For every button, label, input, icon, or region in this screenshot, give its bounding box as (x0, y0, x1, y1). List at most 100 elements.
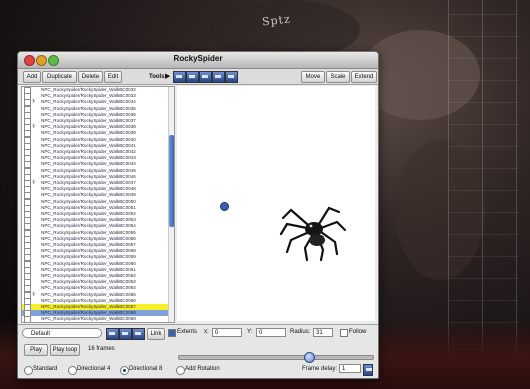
list-item[interactable]: NPC_RockySpider/RockySpider_WalkBC0032 (22, 87, 168, 94)
play-button[interactable]: Play (24, 344, 48, 356)
list-item[interactable]: NPC_RockySpider/RockySpider_WalkBC0057 (22, 242, 168, 249)
list-item-label: NPC_RockySpider/RockySpider_WalkBC0035 (41, 105, 136, 111)
list-item[interactable]: NPC_RockySpider/RockySpider_WalkBC0068 (22, 310, 168, 318)
list-item[interactable]: NPC_RockySpider/RockySpider_WalkBC0046 (22, 173, 168, 181)
sprite-preview-canvas[interactable] (177, 86, 375, 321)
list-item-label: NPC_RockySpider/RockySpider_WalkBC0047 (41, 180, 136, 185)
tool-crop-icon[interactable] (186, 71, 199, 83)
list-item[interactable]: NPC_RockySpider/RockySpider_WalkBC0061 (22, 266, 168, 274)
radius-field[interactable]: 31 (313, 328, 333, 337)
list-item[interactable]: NPC_RockySpider/RockySpider_WalkBC0033 (22, 93, 168, 101)
add-button[interactable]: Add (23, 71, 41, 83)
list-scrollbar-thumb[interactable] (169, 135, 174, 227)
list-item-label: NPC_RockySpider/RockySpider_WalkBC0058 (41, 248, 136, 254)
list-item[interactable]: NPC_RockySpider/RockySpider_WalkBC0041 (22, 142, 168, 150)
list-item[interactable]: NPC_RockySpider/RockySpider_WalkBC0043 (22, 155, 168, 163)
list-item[interactable]: NPC_RockySpider/RockySpider_WalkBC0048 (22, 186, 168, 194)
frame-slider-knob[interactable] (303, 352, 315, 363)
list-item-label: NPC_RockySpider/RockySpider_WalkBC0068 (41, 310, 136, 316)
list-item-label: NPC_RockySpider/RockySpider_WalkBC0055 (41, 229, 136, 235)
list-item[interactable]: NPC_RockySpider/RockySpider_WalkBC0064 (22, 285, 168, 293)
window-titlebar[interactable]: RockySpider (18, 52, 378, 69)
list-item[interactable]: NPC_RockySpider/RockySpider_WalkBC0037 (22, 118, 168, 125)
list-item[interactable]: NPC_RockySpider/RockySpider_WalkBC0059 (22, 254, 168, 262)
list-item-label: NPC_RockySpider/RockySpider_WalkBC0034 (41, 99, 136, 105)
extents-label: Extents (177, 329, 198, 335)
list-item[interactable]: NPC_RockySpider/RockySpider_WalkBC0035 (22, 105, 168, 113)
list-item[interactable]: NPC_RockySpider/RockySpider_WalkBC0058 (22, 248, 168, 256)
scale-button[interactable]: Scale (326, 71, 350, 83)
list-item[interactable]: NPC_RockySpider/RockySpider_WalkBC0062 (22, 273, 168, 280)
list-item[interactable]: ⚕ NPC_RockySpider/RockySpider_WalkBC0065 (22, 291, 168, 299)
frame-list[interactable]: NPC_RockySpider/RockySpider_WalkBC0032 NP… (21, 86, 175, 323)
edit-button[interactable]: Edit (104, 71, 122, 83)
list-item[interactable]: NPC_RockySpider/RockySpider_WalkBC0055 (22, 229, 168, 237)
move-button[interactable]: Move (301, 71, 325, 83)
preset-select[interactable]: Default (22, 328, 102, 338)
list-item[interactable]: NPC_RockySpider/RockySpider_WalkBC0039 (22, 130, 168, 138)
mode-standard-radio[interactable] (24, 366, 33, 375)
anchor-point-marker[interactable] (220, 202, 229, 211)
list-item[interactable]: NPC_RockySpider/RockySpider_WalkBC0049 (22, 192, 168, 200)
list-item-label: NPC_RockySpider/RockySpider_WalkBC0041 (41, 142, 136, 148)
keyframe-icon: ⚕ (32, 291, 36, 298)
mode-directional8-radio[interactable] (120, 366, 129, 375)
play-loop-button[interactable]: Play loop (50, 344, 80, 356)
follow-checkbox[interactable] (340, 329, 348, 337)
frame-next-icon[interactable] (132, 328, 145, 340)
list-item-label: NPC_RockySpider/RockySpider_WalkBC0053 (41, 217, 136, 223)
list-item[interactable]: NPC_RockySpider/RockySpider_WalkBC0051 (22, 204, 168, 212)
frame-prev-icon[interactable] (106, 328, 119, 340)
sprite-editor-window: RockySpider Add Duplicate Delete Edit To… (17, 51, 379, 379)
list-item-label: NPC_RockySpider/RockySpider_WalkBC0043 (41, 155, 136, 161)
list-item[interactable]: NPC_RockySpider/RockySpider_WalkBC0066 (22, 297, 168, 305)
list-item[interactable]: NPC_RockySpider/RockySpider_WalkBC0063 (22, 279, 168, 287)
list-item[interactable]: NPC_RockySpider/RockySpider_WalkBC0052 (22, 211, 168, 218)
list-item-label: NPC_RockySpider/RockySpider_WalkBC0049 (41, 192, 136, 198)
list-item-label: NPC_RockySpider/RockySpider_WalkBC0039 (41, 130, 136, 136)
keyframe-icon: ⚕ (32, 180, 36, 186)
list-item[interactable]: NPC_RockySpider/RockySpider_WalkBC0056 (22, 235, 168, 243)
list-item[interactable]: NPC_RockySpider/RockySpider_WalkBC0050 (22, 198, 168, 206)
list-item[interactable]: NPC_RockySpider/RockySpider_WalkBC0053 (22, 217, 168, 225)
list-item[interactable]: ⚕ NPC_RockySpider/RockySpider_WalkBC0038 (22, 124, 168, 132)
list-item[interactable]: NPC_RockySpider/RockySpider_WalkBC0069 (22, 316, 168, 322)
toolbar: Add Duplicate Delete Edit Tools ▶ Move S… (18, 69, 378, 85)
list-scrollbar[interactable] (168, 87, 174, 322)
tool-rotate-icon[interactable] (225, 71, 238, 83)
extend-button[interactable]: Extend (351, 71, 377, 83)
extents-checkbox[interactable] (168, 329, 176, 337)
link-button[interactable]: Link (147, 328, 165, 340)
list-item[interactable]: NPC_RockySpider/RockySpider_WalkBC0040 (22, 136, 168, 144)
radius-label: Radius: (290, 329, 311, 335)
y-field[interactable]: 0 (256, 328, 286, 337)
frame-delay-field[interactable]: 1 (339, 364, 361, 373)
tool-flip-icon[interactable] (212, 71, 225, 83)
list-item-label: NPC_RockySpider/RockySpider_WalkBC0064 (41, 285, 136, 291)
stepper-icon[interactable] (363, 364, 373, 376)
tool-offset-icon[interactable] (199, 71, 212, 83)
list-item[interactable]: NPC_RockySpider/RockySpider_WalkBC0042 (22, 149, 168, 156)
mode-directional4-radio[interactable] (68, 366, 77, 375)
list-item[interactable]: NPC_RockySpider/RockySpider_WalkBC0060 (22, 260, 168, 268)
add-rotation-radio[interactable] (176, 366, 185, 375)
mode-standard-label: Standard (33, 366, 58, 372)
list-item-checkbox[interactable] (24, 316, 31, 322)
list-item[interactable]: ⚕ NPC_RockySpider/RockySpider_WalkBC0034 (22, 99, 168, 107)
list-item[interactable]: NPC_RockySpider/RockySpider_WalkBC0067 (22, 304, 168, 311)
list-item-label: NPC_RockySpider/RockySpider_WalkBC0032 (41, 87, 136, 92)
list-item[interactable]: NPC_RockySpider/RockySpider_WalkBC0054 (22, 223, 168, 231)
list-item[interactable]: NPC_RockySpider/RockySpider_WalkBC0045 (22, 167, 168, 175)
list-item[interactable]: NPC_RockySpider/RockySpider_WalkBC0044 (22, 161, 168, 169)
list-item-label: NPC_RockySpider/RockySpider_WalkBC0069 (41, 316, 136, 322)
duplicate-button[interactable]: Duplicate (42, 71, 77, 83)
frame-slider[interactable] (178, 352, 374, 363)
list-item[interactable]: NPC_RockySpider/RockySpider_WalkBC0036 (22, 111, 168, 119)
list-item-label: NPC_RockySpider/RockySpider_WalkBC0066 (41, 297, 136, 303)
frame-copy-icon[interactable] (119, 328, 132, 340)
list-item[interactable]: ⚕ NPC_RockySpider/RockySpider_WalkBC0047 (22, 180, 168, 187)
delete-button[interactable]: Delete (78, 71, 103, 83)
list-item-label: NPC_RockySpider/RockySpider_WalkBC0040 (41, 136, 136, 142)
tool-select-icon[interactable] (173, 71, 186, 83)
x-field[interactable]: 0 (212, 328, 242, 337)
